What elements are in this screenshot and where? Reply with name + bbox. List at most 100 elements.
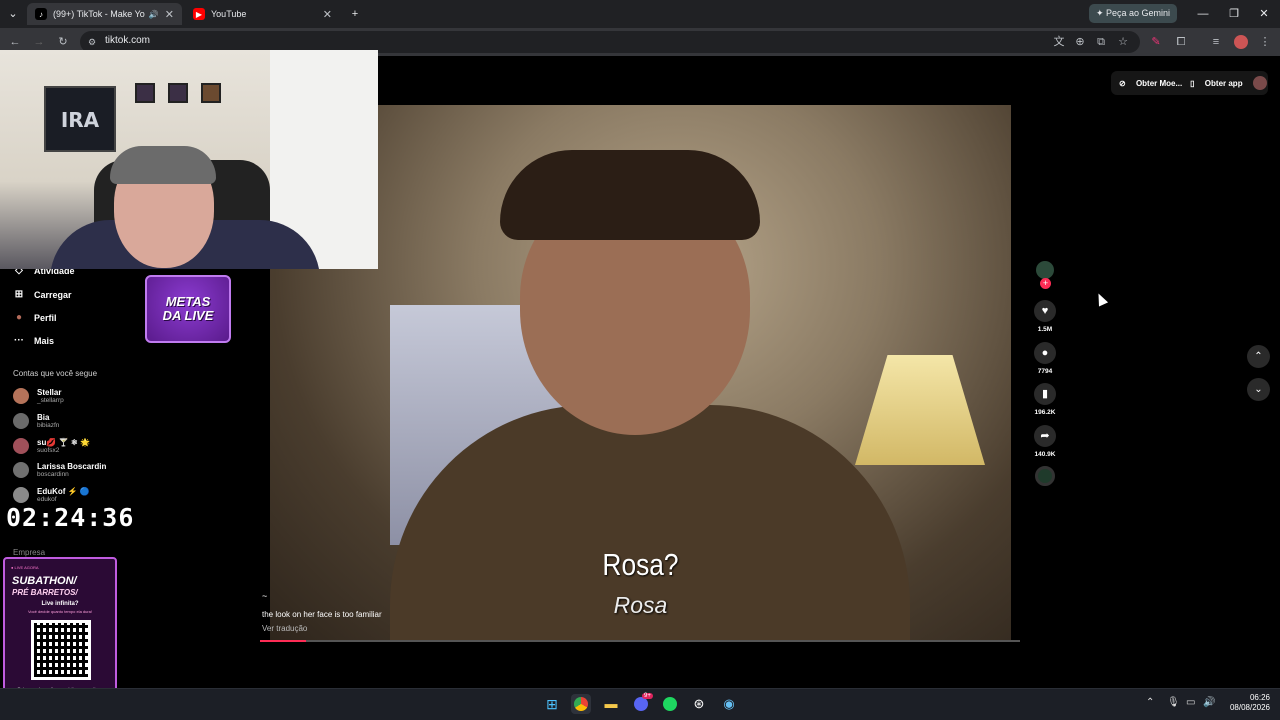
file-explorer-icon[interactable]: ▬ xyxy=(601,694,621,714)
site-info-icon[interactable]: ⚙ xyxy=(84,34,100,50)
spotify-icon[interactable] xyxy=(660,694,680,714)
account-name: Bia xyxy=(37,412,50,422)
heart-icon[interactable]: ♥ xyxy=(1034,300,1056,322)
translate-icon[interactable]: 文 xyxy=(1051,34,1067,50)
sidebar-item-label: Carregar xyxy=(34,289,72,300)
subathon-subtitle: PRÉ BARRETOS/ xyxy=(12,588,78,597)
maximize-button[interactable]: ❐ xyxy=(1219,4,1249,24)
new-tab-button[interactable]: + xyxy=(340,4,370,24)
sidebar-item-profile[interactable]: ● Perfil xyxy=(13,312,57,323)
comment-count: 7794 xyxy=(1037,368,1053,375)
save-action[interactable]: ▮ 196.2K xyxy=(1033,383,1057,416)
account-name: su💋 🍸 ⚛ 🌟 xyxy=(37,437,91,447)
bookmark-star-icon[interactable]: ☆ xyxy=(1115,34,1131,50)
tray-chevron-icon[interactable]: ⌃ xyxy=(1146,697,1154,708)
share-arrow-icon[interactable]: ➦ xyxy=(1034,425,1056,447)
subathon-title: SUBATHON/ xyxy=(12,575,77,587)
next-video-button[interactable]: ⌄ xyxy=(1247,378,1270,401)
more-icon: ··· xyxy=(14,335,24,346)
system-clock[interactable]: 06:26 08/08/2026 xyxy=(1224,693,1270,713)
forward-icon[interactable]: → xyxy=(31,34,47,50)
subathon-line: Você decide quanto tempo ela dura! xyxy=(27,609,93,614)
minimize-button[interactable]: — xyxy=(1188,4,1218,24)
share-action[interactable]: ➦ 140.9K xyxy=(1033,425,1057,458)
gemini-button[interactable]: ✦ Peça ao Gemini xyxy=(1089,4,1177,23)
tab-label: (99+) TikTok - Make Your Day xyxy=(53,9,145,19)
music-disc-icon[interactable] xyxy=(1035,466,1055,486)
zoom-icon[interactable]: ⊕ xyxy=(1072,34,1088,50)
account-name: Stellar xyxy=(37,387,62,397)
profile-avatar[interactable] xyxy=(1234,35,1248,49)
tab-label: YouTube xyxy=(211,9,247,19)
metas-line: METAS xyxy=(165,294,211,309)
tab-youtube[interactable]: ▶ YouTube ✕ xyxy=(185,3,340,25)
upload-icon: ⊞ xyxy=(14,289,24,300)
chrome-icon[interactable] xyxy=(571,694,591,714)
following-title: Contas que você segue xyxy=(13,369,98,378)
following-account[interactable]: EduKof ⚡ 🔵 edukof xyxy=(13,485,90,505)
gemini-label: Peça ao Gemini xyxy=(1106,8,1171,18)
sidebar-item-more[interactable]: ··· Mais xyxy=(13,335,54,346)
tiktok-favicon-icon: ♪ xyxy=(35,8,47,20)
volume-icon[interactable]: 🔊 xyxy=(1203,697,1215,708)
following-account[interactable]: Larissa Boscardin boscardinn xyxy=(13,460,106,480)
account-username: bibiazfn xyxy=(37,421,60,429)
get-app-label: Obter app xyxy=(1204,78,1243,88)
account-name: EduKof ⚡ 🔵 xyxy=(37,486,90,496)
sidebar-item-label: Mais xyxy=(34,335,55,346)
video-desc-prefix: ~ xyxy=(262,591,268,601)
reload-icon[interactable]: ↻ xyxy=(55,34,71,50)
url-text[interactable]: tiktok.com xyxy=(105,35,150,46)
back-icon[interactable]: ← xyxy=(7,34,23,50)
coins-button[interactable]: ⊘ Obter Moe... xyxy=(1119,79,1182,88)
extension-pen-icon[interactable]: ✎ xyxy=(1148,34,1164,50)
steering-wheel-icon[interactable]: ⊛ xyxy=(689,694,709,714)
metas-da-live-badge: METAS DA LIVE xyxy=(145,275,231,343)
bookmark-icon[interactable]: ▮ xyxy=(1034,383,1056,405)
extensions-icon[interactable]: ⧠ xyxy=(1173,34,1189,50)
subathon-timer: 02:24:36 xyxy=(6,503,135,532)
video-progress-bar[interactable] xyxy=(260,640,1020,642)
like-action[interactable]: ♥ 1.5M xyxy=(1033,300,1057,333)
video-description: the look on her face is too familiar xyxy=(262,610,382,619)
menu-kebab-icon[interactable]: ⋮ xyxy=(1257,34,1273,50)
account-name: Larissa Boscardin xyxy=(37,461,107,471)
following-account[interactable]: Stellar _stellarrp xyxy=(13,386,64,406)
close-tab-icon[interactable]: ✕ xyxy=(323,8,332,21)
tab-search-icon[interactable]: ⌄ xyxy=(0,4,26,24)
install-app-icon[interactable]: ⧉ xyxy=(1093,34,1109,50)
clock-time: 06:26 xyxy=(1249,693,1270,702)
get-app-button[interactable]: ▯ Obter app xyxy=(1190,79,1242,88)
comment-action[interactable]: ● 7794 xyxy=(1033,342,1057,375)
network-icon[interactable]: ▭ xyxy=(1186,697,1195,708)
avatar xyxy=(13,388,29,404)
close-tab-icon[interactable]: ✕ xyxy=(165,8,174,21)
audio-icon[interactable]: 🔊 xyxy=(149,10,159,19)
comment-icon[interactable]: ● xyxy=(1034,342,1056,364)
following-account[interactable]: Bia bibiazfn xyxy=(13,411,59,431)
like-count: 1.5M xyxy=(1037,326,1053,333)
user-avatar[interactable] xyxy=(1252,76,1267,90)
avatar xyxy=(13,487,29,503)
translate-link[interactable]: Ver tradução xyxy=(262,624,307,633)
microphone-icon[interactable]: 🎙 xyxy=(1167,697,1180,708)
close-window-button[interactable]: ✕ xyxy=(1249,4,1279,24)
header-actions: ⊘ Obter Moe... ▯ Obter app xyxy=(1111,71,1268,95)
tab-tiktok[interactable]: ♪ (99+) TikTok - Make Your Day 🔊 ✕ xyxy=(27,3,182,25)
follow-plus-icon[interactable]: + xyxy=(1040,278,1051,289)
sidebar-item-upload[interactable]: ⊞ Carregar xyxy=(13,289,72,300)
live-tag: ● LIVE AGORA xyxy=(11,565,39,570)
webcam-poster: IRA xyxy=(44,86,116,152)
discord-badge: 9+ xyxy=(642,693,653,699)
creator-avatar[interactable] xyxy=(1036,261,1054,279)
windows-start-icon[interactable]: ⊞ xyxy=(542,694,562,714)
previous-video-button[interactable]: ⌃ xyxy=(1247,345,1270,368)
wall-figure xyxy=(135,83,155,103)
footer-company-link[interactable]: Empresa xyxy=(13,548,45,557)
following-account[interactable]: su💋 🍸 ⚛ 🌟 suofsx2 xyxy=(13,436,90,456)
profile-icon: ● xyxy=(15,312,23,323)
steam-icon[interactable]: ◉ xyxy=(719,694,739,714)
account-username: boscardinn xyxy=(37,470,69,478)
media-control-icon[interactable]: ≡ xyxy=(1208,34,1224,50)
poster-text: IRA xyxy=(60,108,100,132)
